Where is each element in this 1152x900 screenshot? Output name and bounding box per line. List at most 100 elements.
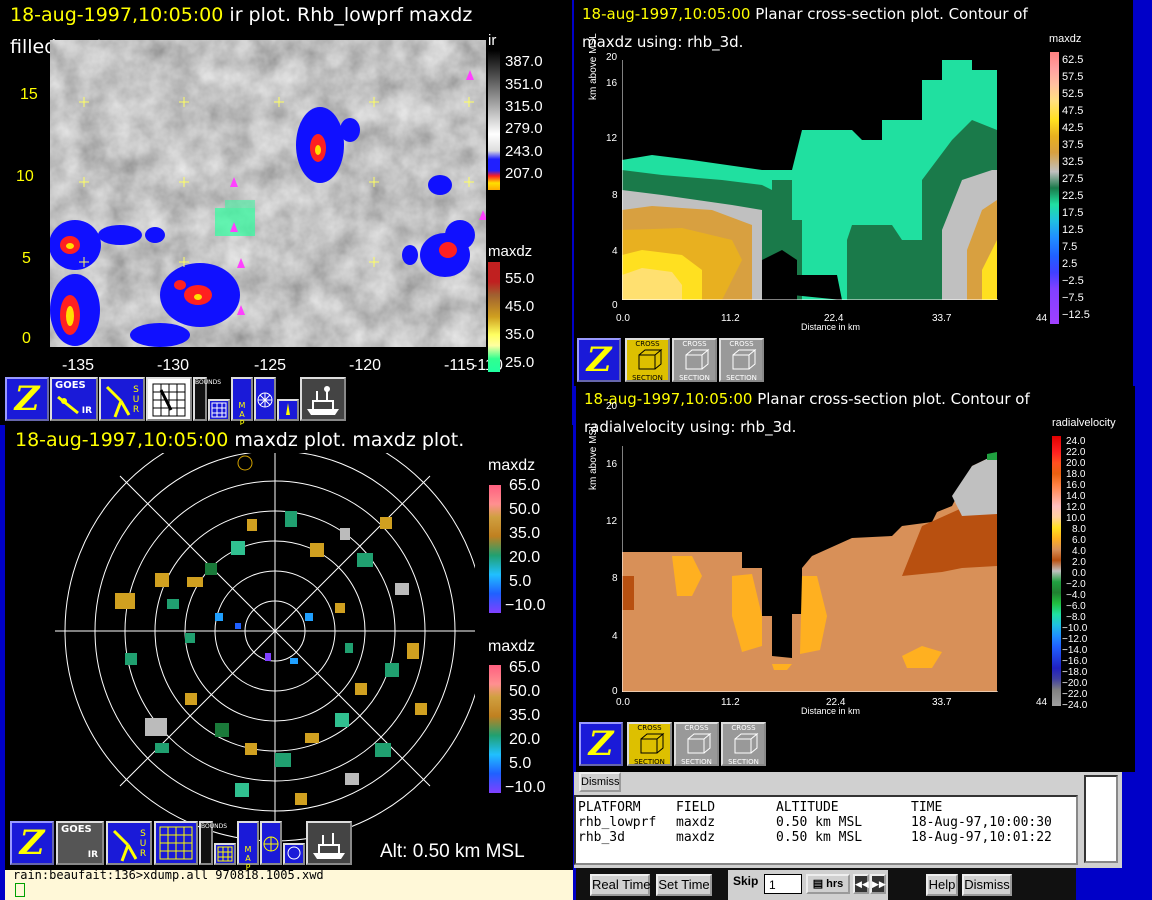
cs-bottom-toolbar: Z CROSS SECTION CROSS SECTION CROSS SECT… <box>576 720 1135 772</box>
cs-top-cross-section-button-3[interactable]: CROSS SECTION <box>719 338 764 382</box>
radar-ship-button[interactable] <box>306 821 352 865</box>
radar-z-logo-button[interactable]: Z <box>10 821 54 865</box>
radar-title: 18-aug-1997,10:05:00 maxdz plot. maxdz p… <box>15 429 464 451</box>
info-cell: maxdz <box>676 830 716 845</box>
cs-bottom-cross-section-button-3[interactable]: CROSS SECTION <box>721 722 766 766</box>
dismiss-button[interactable]: Dismiss <box>962 874 1012 896</box>
cs-bottom-cross-section-button-2[interactable]: CROSS SECTION <box>674 722 719 766</box>
info-header-altitude: ALTITUDE <box>776 800 839 815</box>
radar-circle-button[interactable] <box>283 843 305 865</box>
goes-ir-button[interactable]: GOES IR <box>50 377 98 421</box>
hrs-label: hrs <box>826 878 844 890</box>
cube-icon <box>640 732 664 754</box>
map-label: MAP <box>238 401 246 428</box>
terminal-window[interactable]: rain:beaufait:136>xdump.all 970818.1005.… <box>5 868 573 900</box>
radar-grid-button[interactable] <box>154 821 198 865</box>
ir-colorbar <box>488 50 500 190</box>
info-header-platform: PLATFORM <box>578 800 641 815</box>
cs-top-legend-value: 37.5 <box>1062 139 1084 151</box>
cs-bottom-legend-value: −14.0 <box>1062 645 1088 656</box>
radar-grid-icon <box>152 383 186 417</box>
altitude-label: Alt: 0.50 km MSL <box>380 841 525 862</box>
cs-top-cross-section-button-2[interactable]: CROSS SECTION <box>672 338 717 382</box>
cs-top-legend-value: 47.5 <box>1062 105 1084 117</box>
cs-bottom-plot[interactable] <box>622 446 998 692</box>
cs-bottom-y-tick: 12 <box>606 516 618 527</box>
lighthouse-button[interactable] <box>277 399 299 421</box>
cs-bottom-title-text: Planar cross-section plot. Contour of <box>752 390 1030 408</box>
radar-sur-button[interactable]: SUR <box>106 821 152 865</box>
help-button[interactable]: Help <box>926 874 958 896</box>
radar-dish-icon <box>112 829 138 862</box>
wheel-button[interactable] <box>254 377 276 421</box>
radar-map-button[interactable]: MAP <box>237 821 259 870</box>
cs-bottom-legend-value: 4.0 <box>1072 546 1086 557</box>
ir-legend-value: 243.0 <box>505 143 543 160</box>
section-label: SECTION <box>679 374 710 382</box>
dz-colorbar <box>488 262 500 372</box>
info-cell: 18-Aug-97,10:00:30 <box>911 815 1052 830</box>
cs-bottom-y-tick: 16 <box>606 459 618 470</box>
cross-label: CROSS <box>729 340 754 348</box>
cross-label: CROSS <box>635 340 660 348</box>
cross-label: CROSS <box>684 724 709 732</box>
cs-bottom-z-button[interactable]: Z <box>579 722 623 766</box>
set-time-button[interactable]: Set Time <box>656 874 712 896</box>
ship-button[interactable] <box>300 377 346 421</box>
cs-bottom-xlabel: Distance in km <box>801 706 861 716</box>
grid-icon <box>211 402 227 418</box>
ir-satellite-map[interactable] <box>50 40 486 347</box>
radar-goes-ir-button[interactable]: GOES IR <box>56 821 104 865</box>
real-time-button[interactable]: Real Time <box>590 874 651 896</box>
cs-top-plot[interactable] <box>622 60 998 300</box>
dismiss-info-button[interactable]: Dismiss <box>579 772 621 792</box>
ir-y-tick: 15 <box>20 86 38 103</box>
cs-top-y-tick: 20 <box>606 52 618 63</box>
radar-wheel-button[interactable] <box>260 821 282 865</box>
dz-legend-value: 25.0 <box>505 354 535 371</box>
radar-legend1-value: 35.0 <box>509 525 541 542</box>
skip-value-input[interactable]: 1 <box>764 874 802 894</box>
cs-top-y-tick: 4 <box>612 246 618 257</box>
ir-legend-title: ir <box>488 32 497 49</box>
cs-top-legend-value: 22.5 <box>1062 190 1084 202</box>
info-scroll-panel[interactable] <box>1084 775 1118 863</box>
radar-grid-button[interactable] <box>146 377 192 421</box>
cs-bottom-cross-section-button-1[interactable]: CROSS SECTION <box>627 722 672 766</box>
skip-forward-button[interactable]: ▶▶ <box>870 874 886 894</box>
cs-top-xlabel: Distance in km <box>801 322 861 332</box>
sur-button[interactable]: SUR <box>99 377 145 421</box>
radar-ppi-plot[interactable] <box>35 453 475 843</box>
cs-bottom-legend-value: −22.0 <box>1062 689 1088 700</box>
radar-legend2-value: 20.0 <box>509 731 541 748</box>
radar-goes-label: GOES <box>61 824 92 835</box>
radar-bounds-button[interactable]: BOUNDS <box>199 821 227 865</box>
sur-label: SUR <box>132 385 140 415</box>
cube-icon <box>687 732 711 754</box>
info-cell: 18-Aug-97,10:01:22 <box>911 830 1052 845</box>
skip-back-button[interactable]: ◀◀ <box>853 874 869 894</box>
circle-icon <box>287 846 301 860</box>
cs-top-legend-value: 62.5 <box>1062 54 1084 66</box>
section-label: SECTION <box>681 758 712 766</box>
radar-title-time: 18-aug-1997,10:05:00 <box>15 429 229 451</box>
cs-top-y-tick: 16 <box>606 78 618 89</box>
ir-y-tick: 0 <box>22 330 31 347</box>
cross-section-velocity-window: 18-aug-1997,10:05:00 Planar cross-sectio… <box>576 386 1135 721</box>
map-button[interactable]: MAP <box>231 377 253 428</box>
grid-small-button[interactable] <box>208 399 230 421</box>
cs-top-legend-value: 32.5 <box>1062 156 1084 168</box>
info-cell: maxdz <box>676 815 716 830</box>
cs-top-legend-value: −12.5 <box>1062 309 1090 321</box>
cs-top-toolbar: Z CROSS SECTION CROSS SECTION CROSS SECT… <box>574 336 1133 386</box>
bounds-button[interactable]: BOUNDS <box>193 377 221 421</box>
info-header-field: FIELD <box>676 800 716 815</box>
z-logo-button[interactable]: Z <box>5 377 49 421</box>
info-table: PLATFORM FIELD ALTITUDE TIME rhb_lowprf … <box>574 795 1078 865</box>
cs-bottom-legend-value: 12.0 <box>1066 502 1086 513</box>
cs-top-z-button[interactable]: Z <box>577 338 621 382</box>
ir-y-tick: 10 <box>16 168 34 185</box>
hrs-menu-button[interactable]: ▤ hrs <box>806 874 850 894</box>
cs-top-cross-section-button-1[interactable]: CROSS SECTION <box>625 338 670 382</box>
radar-grid-small-button[interactable] <box>214 843 236 865</box>
